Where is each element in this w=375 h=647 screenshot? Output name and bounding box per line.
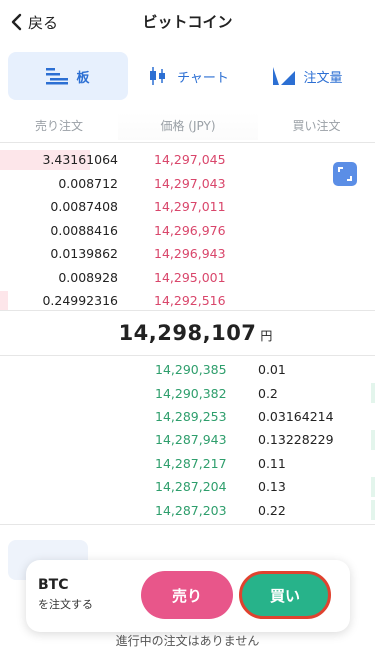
ask-price: 14,296,943	[154, 246, 226, 262]
ask-quantity: 0.0088416	[50, 222, 118, 238]
ask-row[interactable]: 0.0088416 14,296,976	[0, 219, 375, 243]
view-tabs: 板 チャート 注文量	[8, 52, 368, 100]
ask-row[interactable]: 0.0087408 14,297,011	[0, 195, 375, 219]
bid-orders: 14,290,385 0.01 14,290,382 0.2 14,289,25…	[0, 358, 375, 522]
bid-quantity: 0.2	[258, 385, 278, 401]
bid-row[interactable]: 14,287,203 0.22	[0, 498, 375, 521]
ask-quantity: 3.43161064	[42, 152, 118, 168]
buy-orders-header: 買い注文	[292, 119, 341, 133]
ask-row[interactable]: 0.008712 14,297,043	[0, 172, 375, 196]
sell-orders-header: 売り注文	[34, 119, 83, 133]
ask-quantity: 0.24992316	[42, 293, 118, 309]
volume-icon	[273, 67, 296, 85]
divider	[0, 355, 375, 356]
bid-row[interactable]: 14,287,943 0.13228229	[0, 428, 375, 451]
currency-unit: 円	[260, 329, 273, 343]
ask-price: 14,292,516	[154, 293, 226, 309]
order-subtitle: を注文する	[38, 598, 93, 611]
bid-price: 14,287,204	[155, 479, 227, 495]
ask-row[interactable]: 0.008928 14,295,001	[0, 266, 375, 290]
price-header: 価格 (JPY)	[118, 112, 258, 140]
tab-label: 注文量	[303, 70, 343, 86]
ask-price: 14,297,043	[154, 175, 226, 191]
tab-label: チャート	[177, 70, 229, 86]
current-price-value: 14,298,107	[118, 321, 257, 345]
ask-quantity: 0.008928	[58, 269, 118, 285]
bid-quantity: 0.11	[258, 455, 286, 471]
tab-label: 板	[76, 70, 90, 86]
ask-row[interactable]: 3.43161064 14,297,045	[0, 148, 375, 172]
order-symbol: BTC	[38, 577, 69, 593]
fullscreen-button[interactable]	[333, 162, 357, 186]
header: 戻る ビットコイン	[0, 0, 375, 44]
bid-depth-bar	[371, 430, 375, 451]
buy-button[interactable]: 買い	[239, 571, 331, 619]
order-info: BTC を注文する	[38, 577, 93, 612]
bid-depth-bar	[371, 383, 375, 404]
order-panel: BTC を注文する 売り 買い	[26, 560, 350, 632]
ask-price: 14,297,011	[154, 199, 226, 215]
bid-price: 14,287,203	[155, 502, 227, 518]
tab-chart[interactable]: チャート	[128, 52, 248, 100]
expand-icon	[338, 167, 352, 181]
orderbook-icon	[46, 68, 69, 85]
bid-quantity: 0.01	[258, 362, 286, 378]
ask-quantity: 0.008712	[58, 175, 118, 191]
bid-depth-bar	[371, 476, 375, 497]
page-title: ビットコイン	[142, 13, 233, 31]
bid-row[interactable]: 14,289,253 0.03164214	[0, 405, 375, 428]
bid-price: 14,287,943	[155, 432, 227, 448]
divider	[0, 142, 375, 143]
bid-quantity: 0.22	[258, 502, 286, 518]
ask-quantity: 0.0139862	[50, 246, 118, 262]
ask-price: 14,295,001	[154, 269, 226, 285]
bid-row[interactable]: 14,290,385 0.01	[0, 358, 375, 381]
ask-orders: 3.43161064 14,297,045 0.008712 14,297,04…	[0, 148, 375, 313]
bid-price: 14,287,217	[155, 455, 227, 471]
bid-row[interactable]: 14,287,204 0.13	[0, 475, 375, 498]
orderbook-column-headers: 売り注文 価格 (JPY) 買い注文	[0, 112, 375, 140]
bid-quantity: 0.03164214	[258, 408, 334, 424]
current-price: 14,298,107 円	[0, 312, 375, 354]
sell-button[interactable]: 売り	[141, 571, 233, 619]
ask-row[interactable]: 0.0139862 14,296,943	[0, 242, 375, 266]
bid-row[interactable]: 14,290,382 0.2	[0, 381, 375, 404]
bid-quantity: 0.13	[258, 479, 286, 495]
bid-row[interactable]: 14,287,217 0.11	[0, 452, 375, 475]
ask-quantity: 0.0087408	[50, 199, 118, 215]
divider	[0, 524, 375, 525]
bid-depth-bar	[371, 500, 375, 521]
tab-orderbook[interactable]: 板	[8, 52, 128, 100]
ask-row[interactable]: 0.24992316 14,292,516	[0, 289, 375, 313]
bid-price: 14,289,253	[155, 408, 227, 424]
no-active-orders-note: 進行中の注文はありません	[115, 634, 260, 647]
candlestick-icon	[150, 67, 166, 85]
divider	[0, 310, 375, 311]
bid-price: 14,290,385	[155, 362, 227, 378]
tab-volume[interactable]: 注文量	[248, 52, 368, 100]
ask-depth-bar	[0, 291, 8, 311]
ask-price: 14,297,045	[154, 152, 226, 168]
ask-price: 14,296,976	[154, 222, 226, 238]
bid-quantity: 0.13228229	[258, 432, 334, 448]
bid-price: 14,290,382	[155, 385, 227, 401]
